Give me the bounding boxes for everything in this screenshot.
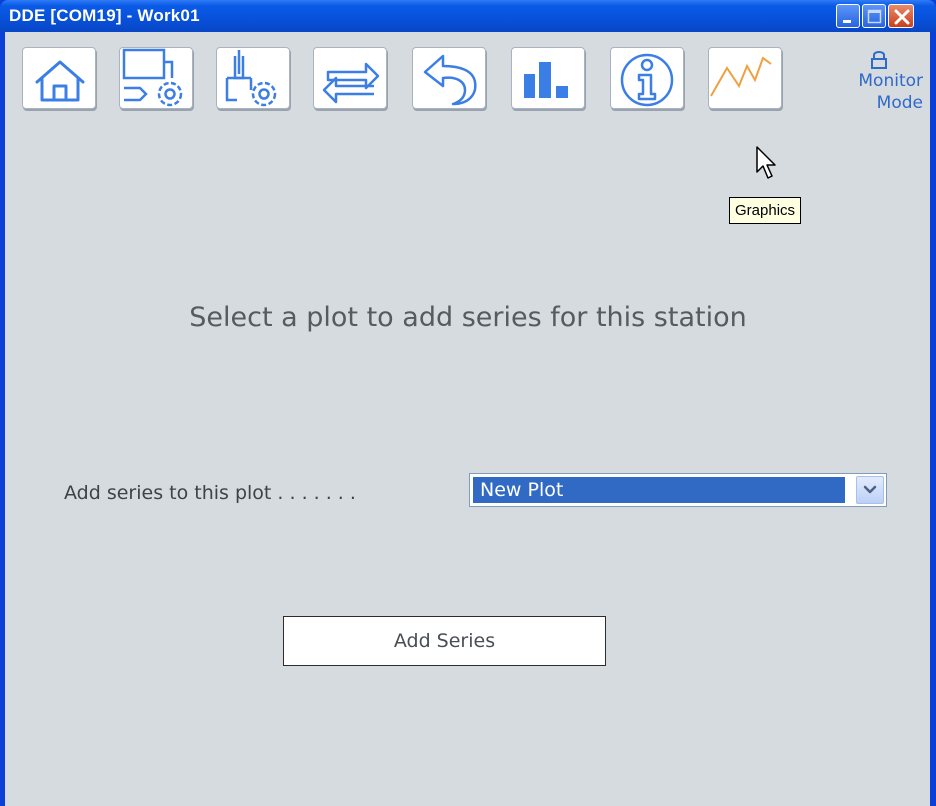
dropdown-button[interactable] [856, 476, 884, 504]
minimize-icon [843, 20, 851, 23]
chevron-down-icon [863, 485, 877, 494]
client-area [5, 32, 930, 806]
monitor-mode-line1: Monitor [858, 71, 923, 91]
monitor-mode-toggle[interactable]: Monitor Mode [813, 46, 923, 114]
undo-arrow-icon [423, 54, 477, 106]
info-button[interactable] [610, 47, 684, 109]
transfer-button[interactable] [313, 47, 387, 109]
device-gear-icon [122, 48, 183, 107]
app-window: DDE [COM19] - Work01 Monitor Mode Graphi… [0, 0, 936, 806]
instrument-gear-icon [225, 50, 277, 107]
close-button[interactable] [888, 4, 914, 28]
maximize-icon [867, 9, 882, 24]
page-heading: Select a plot to add series for this sta… [189, 302, 747, 333]
undo-button[interactable] [412, 47, 486, 109]
window-title: DDE [COM19] - Work01 [9, 6, 200, 25]
device-settings-button[interactable] [119, 47, 193, 109]
minimize-button[interactable] [836, 4, 860, 28]
maximize-button[interactable] [862, 4, 886, 28]
plot-select[interactable]: New Plot [469, 473, 887, 507]
close-icon [894, 9, 910, 25]
home-button[interactable] [22, 47, 96, 109]
line-graph-icon [710, 56, 772, 97]
title-bar[interactable]: DDE [COM19] - Work01 [0, 0, 936, 32]
bar-chart-icon [524, 62, 568, 98]
instrument-settings-button[interactable] [216, 47, 290, 109]
plot-field-label: Add series to this plot . . . . . . . [64, 482, 356, 504]
add-series-button[interactable]: Add Series [283, 616, 606, 666]
monitor-mode-line2: Mode [876, 93, 923, 113]
statistics-button[interactable] [511, 47, 585, 109]
info-icon [620, 53, 674, 107]
graphics-tooltip: Graphics [729, 197, 802, 224]
mouse-cursor-icon [756, 146, 780, 186]
exchange-arrows-icon [322, 62, 380, 104]
plot-select-value: New Plot [473, 477, 845, 503]
graphics-button[interactable] [708, 47, 782, 109]
home-icon [35, 60, 85, 102]
